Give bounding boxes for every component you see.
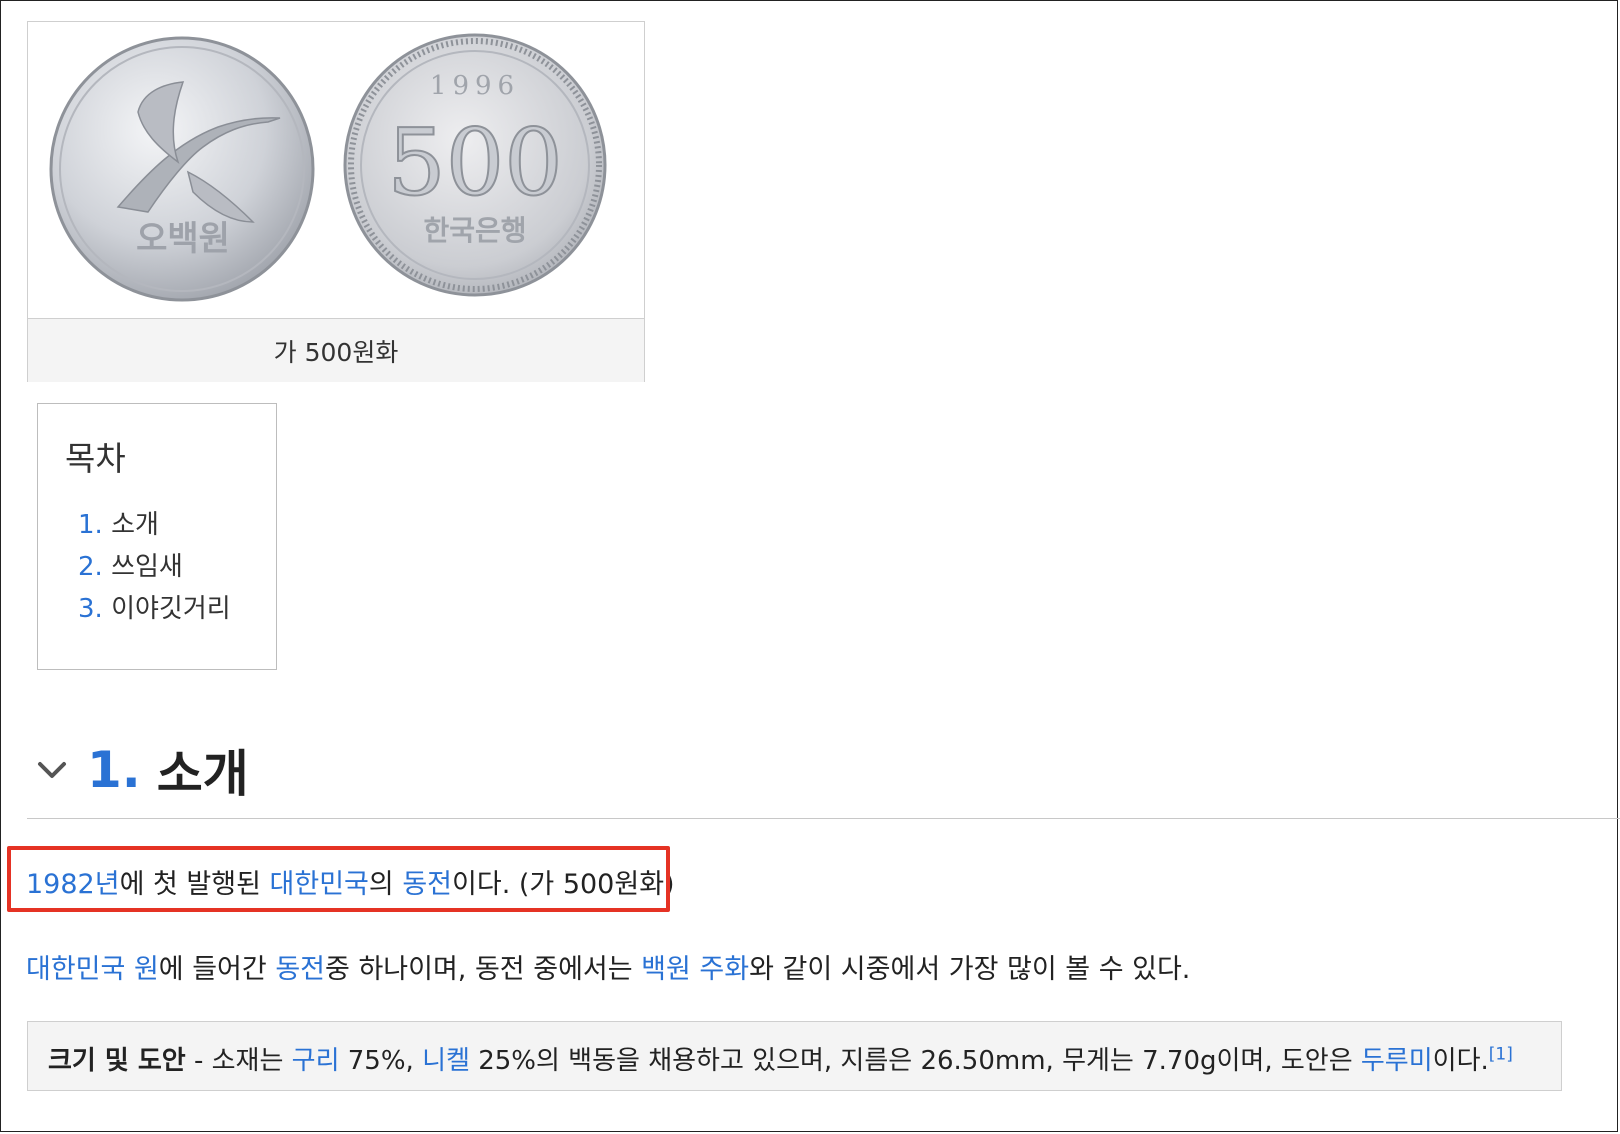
link-crane[interactable]: 두루미	[1361, 1046, 1433, 1076]
link-100-won-coin[interactable]: 백원 주화	[641, 954, 749, 985]
toc-item-usage[interactable]: 2. 쓰임새	[78, 546, 231, 588]
toc-item-number[interactable]: 3.	[78, 594, 103, 624]
section-divider	[27, 818, 1620, 819]
coin-front-text: 오백원	[136, 219, 230, 259]
infobox-text: 크기 및 도안 - 소재는 구리 75%, 니켈 25%의 백동을 채용하고 있…	[48, 1040, 1513, 1077]
toc-item-label: 쓰임새	[111, 552, 183, 582]
toc-item-label: 이야깃거리	[111, 594, 231, 624]
coin-figure: 오백원 1996 500 한국은행 가 500원화	[27, 21, 645, 382]
toc-title: 목차	[65, 439, 126, 478]
table-of-contents: 목차 1. 소개 2. 쓰임새 3. 이야깃거리	[37, 403, 277, 670]
section-number[interactable]: 1.	[87, 741, 141, 799]
coin-back: 1996 500 한국은행	[343, 33, 607, 297]
toc-item-label: 소개	[111, 510, 159, 540]
highlight-box	[7, 846, 670, 912]
link-korean-won[interactable]: 대한민국 원	[26, 954, 159, 985]
link-coin[interactable]: 동전	[275, 954, 325, 985]
toc-item-number[interactable]: 1.	[78, 510, 103, 540]
text: 25%의 백동을 채용하고 있으며, 지름은 26.50mm, 무게는 7.70…	[469, 1046, 1361, 1076]
second-paragraph: 대한민국 원에 들어간 동전중 하나이며, 동전 중에서는 백원 주화와 같이 …	[26, 947, 1190, 986]
text: 와 같이 시중에서 가장 많이 볼 수 있다.	[749, 954, 1191, 985]
coin-back-value: 500	[387, 109, 563, 216]
text: 이다.	[1432, 1046, 1489, 1076]
toc-item-number[interactable]: 2.	[78, 552, 103, 582]
text: 에 들어간	[158, 954, 276, 985]
link-nickel[interactable]: 니켈	[422, 1046, 470, 1076]
toc-item-trivia[interactable]: 3. 이야깃거리	[78, 588, 231, 630]
text: 75%,	[339, 1046, 423, 1076]
text: 중 하나이며, 동전 중에서는	[325, 954, 642, 985]
coin-back-year: 1996	[430, 71, 520, 101]
toc-list: 1. 소개 2. 쓰임새 3. 이야깃거리	[78, 504, 231, 630]
chevron-down-icon[interactable]	[35, 753, 69, 787]
infobox-label: 크기 및 도안	[48, 1046, 186, 1076]
reference-link[interactable]: [1]	[1489, 1044, 1513, 1064]
link-copper[interactable]: 구리	[292, 1046, 340, 1076]
coin-back-issuer: 한국은행	[423, 214, 526, 247]
toc-item-intro[interactable]: 1. 소개	[78, 504, 231, 546]
text: - 소재는	[185, 1046, 292, 1076]
figure-caption: 가 500원화	[28, 318, 644, 382]
section-title: 소개	[156, 745, 249, 803]
size-design-box: 크기 및 도안 - 소재는 구리 75%, 니켈 25%의 백동을 채용하고 있…	[27, 1021, 1562, 1091]
section-heading[interactable]: 1. 소개	[35, 735, 1595, 805]
coin-front: 오백원	[49, 36, 315, 302]
coin-image[interactable]: 오백원 1996 500 한국은행	[28, 22, 644, 318]
